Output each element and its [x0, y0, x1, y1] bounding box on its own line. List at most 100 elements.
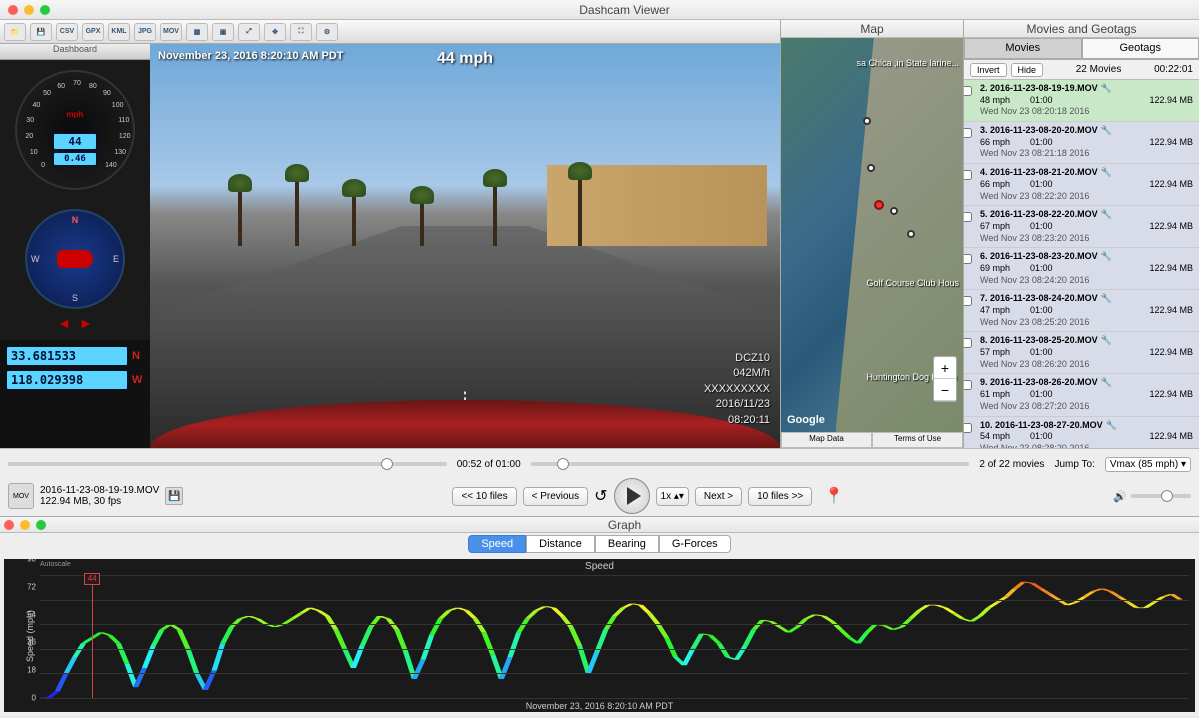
save-icon[interactable]: 💾 — [30, 23, 52, 41]
zoom-icon[interactable] — [36, 520, 46, 530]
movie-list-item[interactable]: 7. 2016-11-23-08-24-20.MOV 🔧47 mph01:001… — [964, 290, 1199, 332]
movie-name: 4. 2016-11-23-08-21-20.MOV — [980, 167, 1098, 179]
wrench-icon[interactable]: 🔧 — [1101, 167, 1112, 179]
close-icon[interactable] — [4, 520, 14, 530]
movie-checkbox[interactable] — [964, 212, 972, 222]
speed-readout: 44 — [53, 133, 97, 150]
movie-date: Wed Nov 23 08:22:20 2016 — [980, 191, 1193, 203]
dashboard-panel: Dashboard 010203040506070809010011012013… — [0, 44, 150, 448]
geotag-pin-icon[interactable]: 📍 — [824, 486, 844, 506]
next-button[interactable]: Next > — [695, 487, 742, 506]
movie-duration: 01:00 — [1030, 221, 1149, 233]
movie-checkbox[interactable] — [964, 170, 972, 180]
minimize-icon[interactable] — [24, 5, 34, 15]
save-file-icon[interactable]: 💾 — [165, 487, 183, 505]
movie-list-item[interactable]: 2. 2016-11-23-08-19-19.MOV 🔧48 mph01:001… — [964, 80, 1199, 122]
tab-movies[interactable]: Movies — [964, 38, 1082, 59]
movie-list-item[interactable]: 8. 2016-11-23-08-25-20.MOV 🔧57 mph01:001… — [964, 332, 1199, 374]
resize-icon[interactable]: ⤢ — [238, 23, 260, 41]
tool-b-icon[interactable]: ▣ — [212, 23, 234, 41]
graph-tab-gforces[interactable]: G-Forces — [659, 535, 731, 553]
arrow-left-icon: ◄ — [57, 315, 71, 331]
fullscreen-icon[interactable]: ⛶ — [290, 23, 312, 41]
graph-canvas[interactable]: Autoscale Speed Speed (mph) 01836547290 … — [4, 559, 1195, 712]
undo-icon[interactable]: ↺ — [594, 486, 607, 506]
movie-name: 7. 2016-11-23-08-24-20.MOV — [980, 293, 1098, 305]
video-player[interactable]: November 23, 2016 8:20:10 AM PDT 44 mph … — [150, 44, 780, 448]
movie-checkbox[interactable] — [964, 296, 972, 306]
movie-checkbox[interactable] — [964, 254, 972, 264]
wrench-icon[interactable]: 🔧 — [1101, 251, 1112, 263]
jumpto-select[interactable]: Vmax (85 mph) ▾ — [1105, 457, 1191, 472]
map-data-button[interactable]: Map Data — [781, 432, 872, 448]
time-scrubber[interactable] — [8, 462, 447, 466]
graph-tab-speed[interactable]: Speed — [468, 535, 526, 553]
movie-duration: 01:00 — [1030, 431, 1149, 443]
movie-scrubber[interactable] — [531, 462, 970, 466]
tool-a-icon[interactable]: ▦ — [186, 23, 208, 41]
movie-checkbox[interactable] — [964, 86, 972, 96]
movie-list-item[interactable]: 4. 2016-11-23-08-21-20.MOV 🔧66 mph01:001… — [964, 164, 1199, 206]
speedo-tick: 140 — [103, 162, 119, 169]
wrench-icon[interactable]: 🔧 — [1101, 125, 1112, 137]
movies-list[interactable]: 2. 2016-11-23-08-19-19.MOV 🔧48 mph01:001… — [964, 80, 1199, 448]
map-viewport[interactable]: sa Chica ,in State larine... Golf Course… — [781, 38, 963, 432]
export-mov-button[interactable]: MOV — [160, 23, 182, 41]
wrench-icon[interactable]: 🔧 — [1101, 83, 1112, 95]
close-icon[interactable] — [8, 5, 18, 15]
movie-checkbox[interactable] — [964, 380, 972, 390]
speedo-tick: 40 — [28, 102, 44, 109]
window-traffic-lights[interactable] — [8, 5, 50, 15]
compass-s-label: S — [72, 293, 78, 303]
movie-list-item[interactable]: 10. 2016-11-23-08-27-20.MOV 🔧54 mph01:00… — [964, 417, 1199, 449]
graph-tab-distance[interactable]: Distance — [526, 535, 595, 553]
move-icon[interactable]: ✥ — [264, 23, 286, 41]
previous-button[interactable]: < Previous — [523, 487, 589, 506]
movie-list-item[interactable]: 9. 2016-11-23-08-26-20.MOV 🔧61 mph01:001… — [964, 374, 1199, 416]
playback-rate-button[interactable]: 1x ▴▾ — [656, 487, 689, 506]
tab-geotags[interactable]: Geotags — [1082, 38, 1199, 59]
map-zoom-in-button[interactable]: + — [934, 357, 956, 379]
movie-list-item[interactable]: 6. 2016-11-23-08-23-20.MOV 🔧69 mph01:001… — [964, 248, 1199, 290]
lon-dir-label: W — [132, 374, 144, 386]
movie-duration: 01:00 — [1030, 389, 1149, 401]
settings-gear-icon[interactable]: ⚙ — [316, 23, 338, 41]
minimize-icon[interactable] — [20, 520, 30, 530]
graph-tab-bearing[interactable]: Bearing — [595, 535, 659, 553]
map-footer: Map Data Terms of Use — [781, 432, 963, 448]
wrench-icon[interactable]: 🔧 — [1101, 209, 1112, 221]
open-folder-icon[interactable]: 📁 — [4, 23, 26, 41]
export-gpx-button[interactable]: GPX — [82, 23, 104, 41]
export-kml-button[interactable]: KML — [108, 23, 130, 41]
movie-date: Wed Nov 23 08:26:20 2016 — [980, 359, 1193, 371]
forward-10-files-button[interactable]: 10 files >> — [748, 487, 812, 506]
movie-checkbox[interactable] — [964, 423, 972, 433]
speedo-tick: 80 — [85, 83, 101, 90]
speedo-tick: 50 — [39, 90, 55, 97]
speedo-tick: 100 — [110, 102, 126, 109]
wrench-icon[interactable]: 🔧 — [1106, 420, 1117, 432]
movie-speed: 66 mph — [980, 179, 1030, 191]
movie-checkbox[interactable] — [964, 128, 972, 138]
movie-list-item[interactable]: 5. 2016-11-23-08-22-20.MOV 🔧67 mph01:001… — [964, 206, 1199, 248]
dashboard-title: Dashboard — [0, 44, 150, 60]
wrench-icon[interactable]: 🔧 — [1101, 293, 1112, 305]
compass-e-label: E — [113, 254, 119, 264]
invert-button[interactable]: Invert — [970, 63, 1007, 77]
play-button[interactable] — [614, 478, 650, 514]
zoom-icon[interactable] — [40, 5, 50, 15]
export-csv-button[interactable]: CSV — [56, 23, 78, 41]
map-terms-button[interactable]: Terms of Use — [872, 432, 963, 448]
map-zoom-out-button[interactable]: − — [934, 379, 956, 401]
wrench-icon[interactable]: 🔧 — [1101, 377, 1112, 389]
back-10-files-button[interactable]: << 10 files — [452, 487, 516, 506]
movie-checkbox[interactable] — [964, 338, 972, 348]
hide-button[interactable]: Hide — [1011, 63, 1044, 77]
movie-name: 6. 2016-11-23-08-23-20.MOV — [980, 251, 1098, 263]
volume-slider[interactable] — [1131, 494, 1191, 498]
export-jpg-button[interactable]: JPG — [134, 23, 156, 41]
movie-list-item[interactable]: 3. 2016-11-23-08-20-20.MOV 🔧66 mph01:001… — [964, 122, 1199, 164]
volume-icon[interactable]: 🔊 — [1113, 490, 1127, 503]
wrench-icon[interactable]: 🔧 — [1101, 335, 1112, 347]
movie-speed: 57 mph — [980, 347, 1030, 359]
